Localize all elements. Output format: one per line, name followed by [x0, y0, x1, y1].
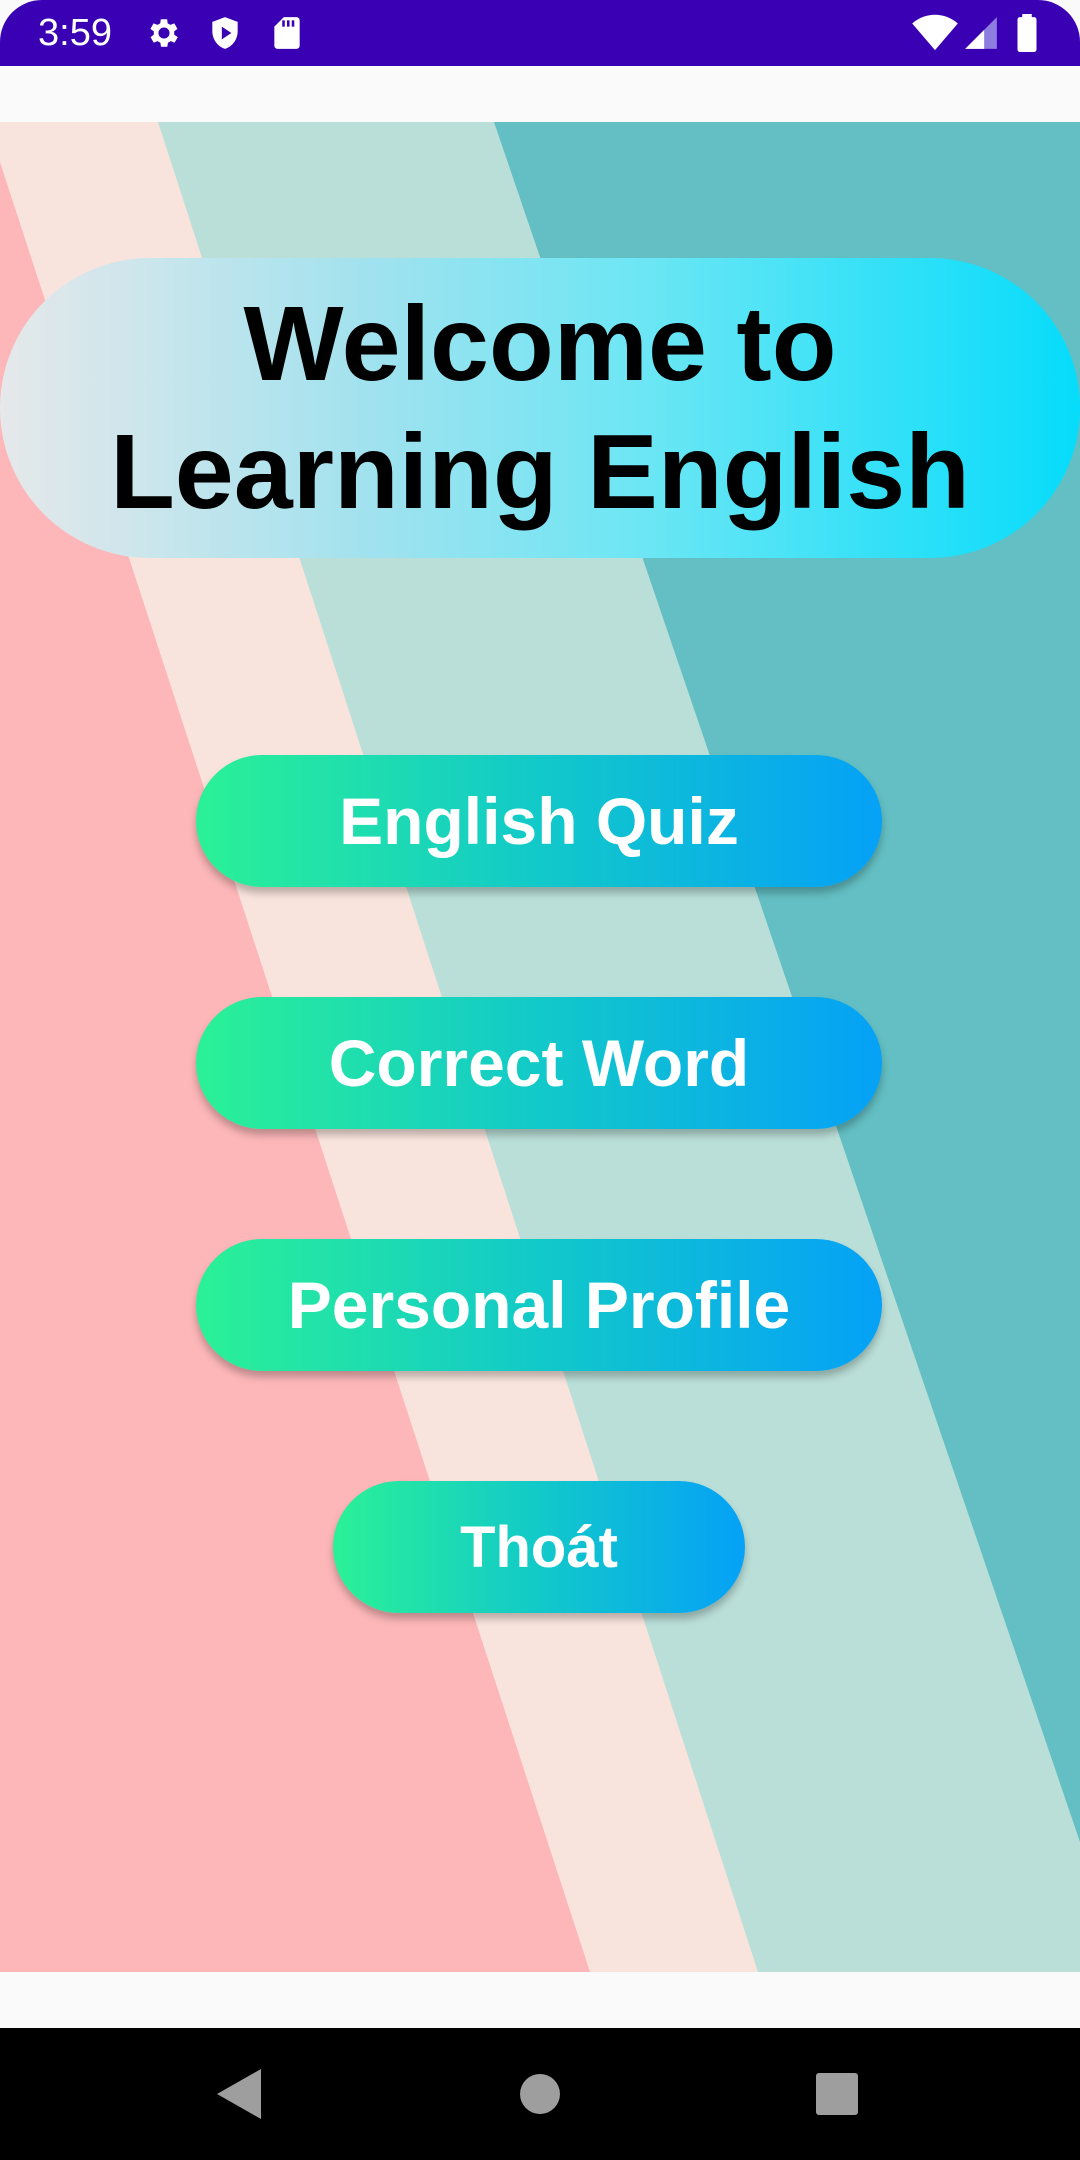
status-bar: 3:59: [0, 0, 1080, 66]
app-screen: 3:59 Welcome to Learning English English…: [0, 0, 1080, 2160]
sd-card-icon: [268, 14, 306, 52]
correct-word-button[interactable]: Correct Word: [196, 997, 882, 1129]
top-spacer: [0, 66, 1080, 122]
recents-square-icon[interactable]: [797, 2054, 877, 2134]
play-protect-shield-icon: [206, 14, 244, 52]
settings-gear-icon: [145, 14, 183, 52]
welcome-title: Welcome to Learning English: [110, 285, 970, 531]
battery-icon: [1012, 14, 1042, 52]
bottom-spacer: [0, 1972, 1080, 2028]
back-triangle-icon[interactable]: [200, 2054, 280, 2134]
status-time: 3:59: [38, 12, 112, 54]
main-content: Welcome to Learning English English Quiz…: [0, 122, 1080, 1972]
welcome-banner: Welcome to Learning English: [0, 258, 1080, 558]
english-quiz-button[interactable]: English Quiz: [196, 755, 882, 887]
home-circle-icon[interactable]: [500, 2054, 580, 2134]
cellular-signal-icon: [962, 14, 1000, 52]
personal-profile-button[interactable]: Personal Profile: [196, 1239, 882, 1371]
wifi-icon: [912, 14, 958, 52]
system-nav-bar: [0, 2028, 1080, 2160]
exit-button[interactable]: Thoát: [333, 1481, 745, 1613]
